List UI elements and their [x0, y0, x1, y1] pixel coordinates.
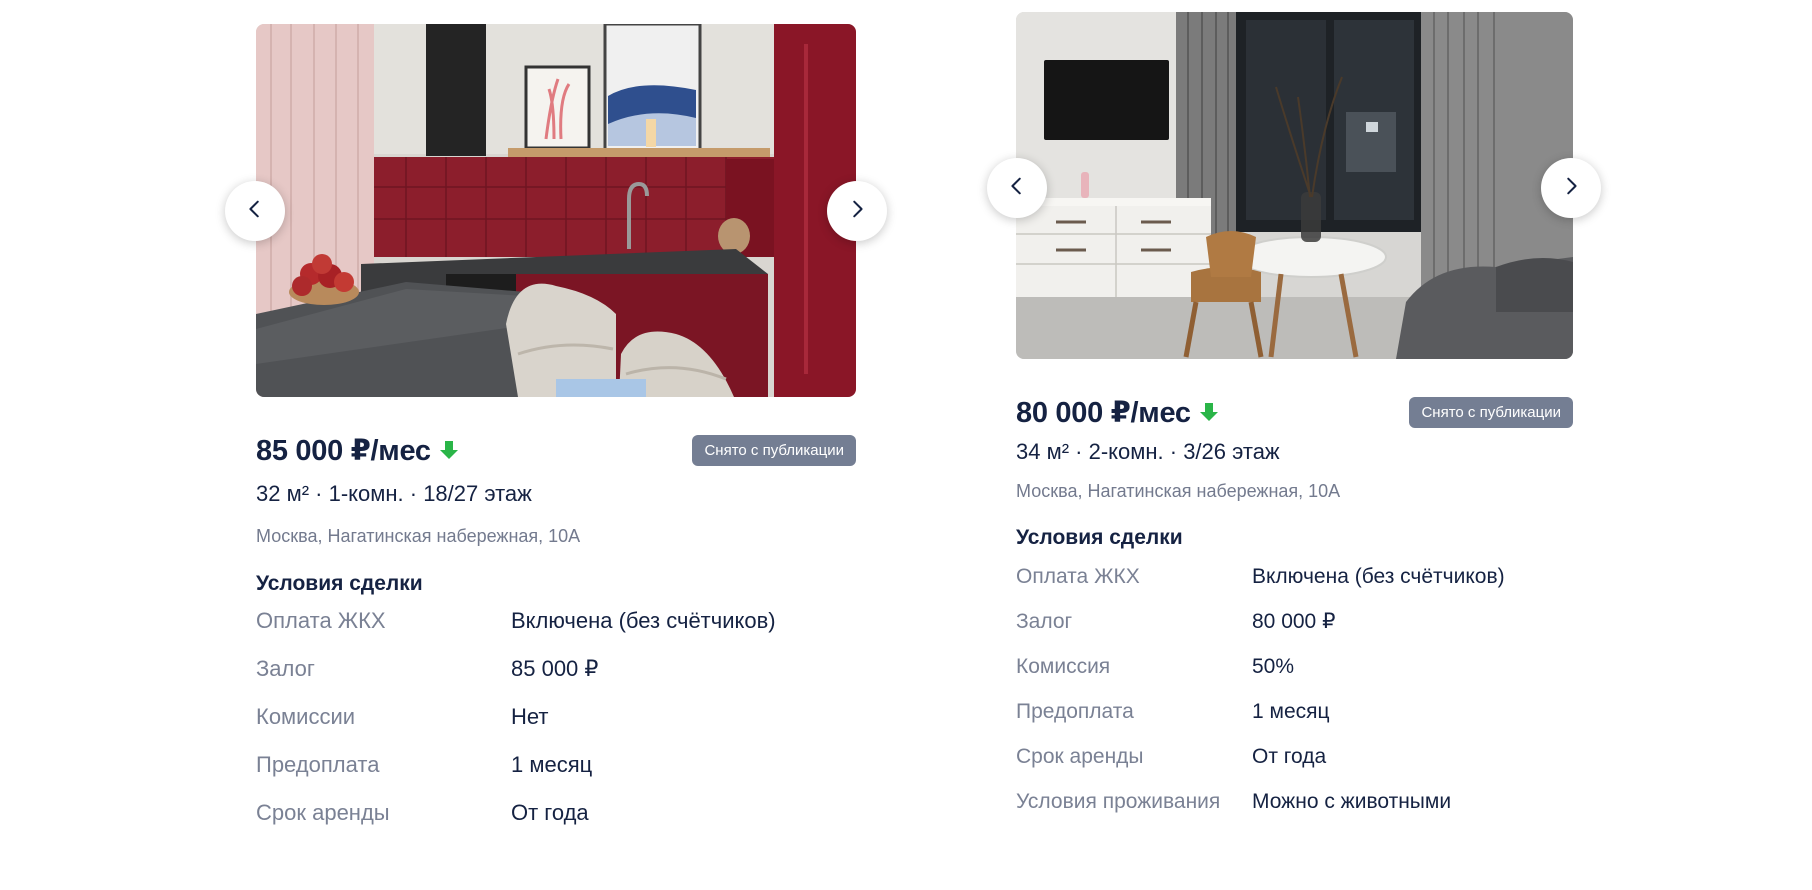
listing-photo[interactable] — [1016, 12, 1573, 359]
price-text: 85 000 ₽/мес — [256, 434, 431, 467]
price: 85 000 ₽/мес — [256, 433, 459, 468]
term-label: Срок аренды — [1016, 745, 1144, 768]
price-text: 80 000 ₽/мес — [1016, 396, 1191, 429]
chevron-left-icon — [1006, 175, 1028, 202]
chevron-right-icon — [846, 198, 868, 225]
term-label: Комиссия — [1016, 655, 1111, 678]
listing-address[interactable]: Москва, Нагатинская набережная, 10А — [1016, 481, 1573, 502]
term-row: Комиссии Нет — [256, 702, 856, 750]
term-row: Комиссия 50% — [1016, 650, 1573, 695]
terms-table: Оплата ЖКХ Включена (без счётчиков) Зало… — [1016, 560, 1573, 830]
term-value: Включена (без счётчиков) — [511, 608, 776, 633]
term-value: 85 000 ₽ — [511, 656, 599, 681]
gallery-prev-button[interactable] — [225, 181, 285, 241]
gallery-next-button[interactable] — [1541, 158, 1601, 218]
term-row: Залог 85 000 ₽ — [256, 654, 856, 702]
term-value: Нет — [511, 704, 549, 729]
listing-photo[interactable] — [256, 24, 856, 397]
term-row: Предоплата 1 месяц — [256, 750, 856, 798]
gallery-prev-button[interactable] — [987, 158, 1047, 218]
term-value: 50% — [1252, 655, 1295, 678]
term-label: Условия проживания — [1016, 790, 1221, 813]
term-label: Срок аренды — [256, 800, 390, 825]
term-row: Условия проживания Можно с животными — [1016, 785, 1573, 830]
photo-gallery[interactable] — [987, 12, 1601, 359]
term-value: Можно с животными — [1252, 790, 1452, 813]
terms-table: Оплата ЖКХ Включена (без счётчиков) Зало… — [256, 606, 856, 846]
term-label: Комиссии — [256, 704, 356, 729]
listing-address[interactable]: Москва, Нагатинская набережная, 10А — [256, 526, 856, 547]
price-row: 85 000 ₽/мес Снято с публикации — [256, 433, 856, 467]
term-row: Оплата ЖКХ Включена (без счётчиков) — [256, 606, 856, 654]
term-value: 1 месяц — [511, 752, 593, 777]
listing-params: 32 м² · 1-комн. · 18/27 этаж — [256, 481, 532, 506]
arrow-down-icon — [1199, 403, 1218, 421]
chevron-left-icon — [244, 198, 266, 225]
term-row: Срок аренды От года — [1016, 740, 1573, 785]
photo-gallery[interactable] — [225, 24, 887, 397]
term-label: Предоплата — [1016, 700, 1134, 723]
status-badge: Снято с публикации — [692, 434, 856, 466]
price-row: 80 000 ₽/мес Снято с публикации — [1016, 395, 1573, 429]
term-label: Предоплата — [256, 752, 380, 777]
listing-card[interactable]: 80 000 ₽/мес Снято с публикации 34 м² · … — [987, 12, 1601, 830]
listing-params: 34 м² · 2-комн. · 3/26 этаж — [1016, 439, 1280, 464]
term-row: Залог 80 000 ₽ — [1016, 605, 1573, 650]
chevron-right-icon — [1560, 175, 1582, 202]
gallery-next-button[interactable] — [827, 181, 887, 241]
term-row: Оплата ЖКХ Включена (без счётчиков) — [1016, 560, 1573, 605]
term-label: Оплата ЖКХ — [1016, 565, 1140, 588]
term-label: Залог — [1016, 610, 1073, 633]
term-label: Залог — [256, 656, 315, 681]
term-value: От года — [1252, 745, 1327, 768]
term-value: 1 месяц — [1252, 700, 1330, 723]
arrow-down-icon — [439, 441, 458, 459]
term-row: Предоплата 1 месяц — [1016, 695, 1573, 740]
price: 80 000 ₽/мес — [1016, 395, 1219, 430]
term-value: 80 000 ₽ — [1252, 610, 1336, 633]
term-row: Срок аренды От года — [256, 798, 856, 846]
terms-title: Условия сделки — [1016, 526, 1183, 549]
status-badge: Снято с публикации — [1409, 396, 1573, 428]
listing-card[interactable]: 85 000 ₽/мес Снято с публикации 32 м² · … — [225, 24, 887, 846]
terms-title: Условия сделки — [256, 572, 423, 595]
term-value: Включена (без счётчиков) — [1252, 565, 1505, 588]
term-label: Оплата ЖКХ — [256, 608, 386, 633]
term-value: От года — [511, 800, 589, 825]
